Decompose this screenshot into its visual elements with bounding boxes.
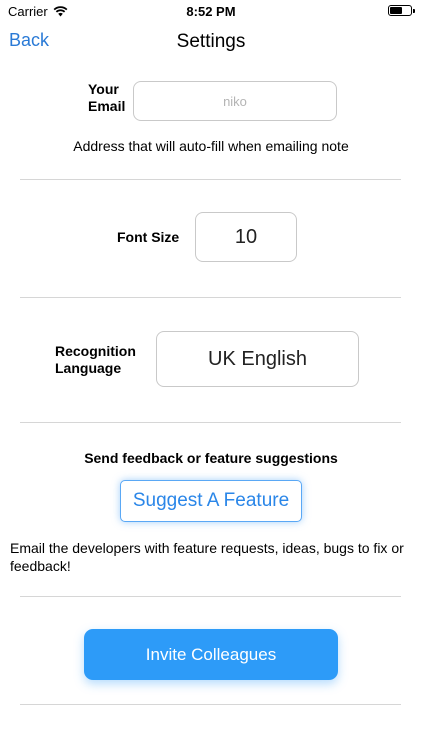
font-size-field[interactable]: 10 — [195, 212, 297, 262]
divider — [20, 422, 401, 423]
font-size-value: 10 — [234, 225, 258, 248]
email-field[interactable]: niko — [133, 81, 337, 121]
recognition-language-value: UK English — [208, 347, 307, 370]
divider — [20, 297, 401, 298]
status-time: 8:52 PM — [186, 4, 236, 19]
font-size-label: Font Size — [117, 229, 180, 245]
email-note: Address that will auto-fill when emailin… — [73, 138, 349, 154]
recognition-language-field[interactable]: UK English — [156, 331, 359, 387]
status-bar: Carrier 8:52 PM — [0, 0, 422, 22]
suggest-feature-button[interactable]: Suggest A Feature — [120, 480, 302, 522]
divider — [20, 179, 401, 180]
invite-colleagues-button[interactable]: Invite Colleagues — [84, 629, 338, 680]
recognition-label-line2: Language — [55, 360, 122, 376]
divider — [20, 596, 401, 597]
feedback-description: Email the developers with feature reques… — [10, 540, 404, 574]
feedback-heading: Send feedback or feature suggestions — [84, 450, 338, 466]
page-title: Settings — [176, 31, 246, 52]
email-label-line2: Email — [88, 98, 126, 114]
divider — [20, 704, 401, 705]
recognition-label-line1: Recognition — [55, 343, 136, 359]
email-label-line1: Your — [88, 81, 119, 97]
battery-icon — [388, 5, 415, 16]
email-placeholder: niko — [223, 93, 247, 109]
email-label: Your Email — [88, 81, 125, 115]
recognition-language-label: Recognition Language — [55, 343, 136, 377]
